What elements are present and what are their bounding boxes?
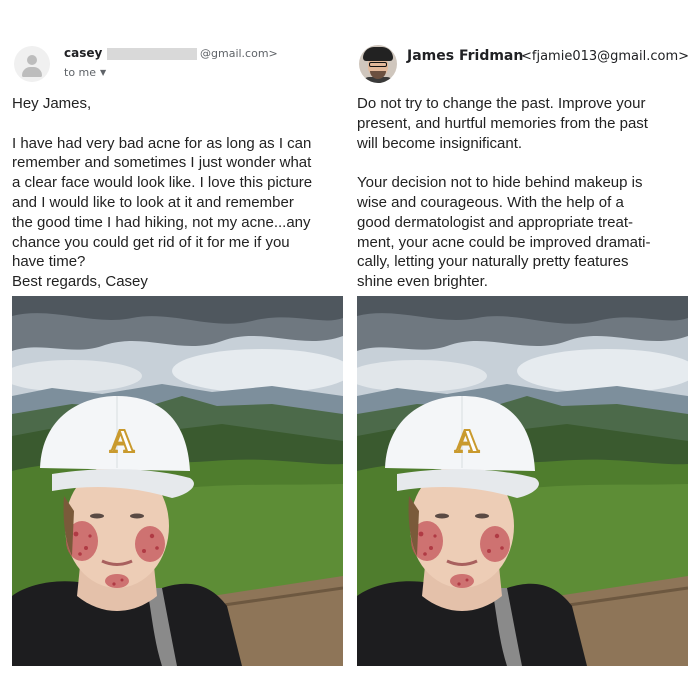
casey-email-header: casey @gmail.com> to me ▼ bbox=[12, 40, 348, 90]
sender-name[interactable]: James Fridman bbox=[407, 48, 523, 64]
body-line: shine even brighter. bbox=[357, 273, 488, 291]
sender-name[interactable]: casey bbox=[64, 46, 102, 60]
original-hiking-selfie: A bbox=[12, 296, 343, 666]
james-fridman-reply: James Fridman <fjamie013@gmail.com> Do n… bbox=[357, 0, 693, 700]
greeting: Hey James, bbox=[12, 95, 92, 112]
profile-photo-avatar[interactable] bbox=[359, 45, 397, 83]
sender-address: <fjamie013@gmail.com> bbox=[521, 49, 690, 64]
to-label: to me bbox=[64, 66, 97, 79]
recipient-toggle[interactable]: to me ▼ bbox=[64, 66, 106, 79]
body-line: ment, your acne could be improved dramat… bbox=[357, 233, 651, 251]
reply-hiking-selfie: A bbox=[357, 296, 688, 666]
body-line: Do not try to change the past. Improve y… bbox=[357, 95, 646, 112]
person-avatar-icon[interactable] bbox=[14, 46, 50, 82]
cap-logo: A bbox=[110, 423, 135, 460]
casey-email: casey @gmail.com> to me ▼ Hey James, I ha… bbox=[12, 0, 348, 700]
sender-address-suffix: @gmail.com> bbox=[200, 47, 278, 60]
body-line: I have had very bad acne for as long as … bbox=[12, 134, 312, 152]
reply-message-body: Do not try to change the past. Improve y… bbox=[357, 94, 693, 292]
body-line: Your decision not to hide behind makeup … bbox=[357, 174, 643, 192]
body-line: good dermatologist and appropriate treat… bbox=[357, 213, 634, 231]
body-line: remember and sometimes I just wonder wha… bbox=[12, 154, 312, 172]
body-line: and I would like to look at it and remem… bbox=[12, 193, 294, 211]
body-line: chance you could get rid of it for me if… bbox=[12, 233, 290, 251]
body-line: cally, letting your naturally pretty fea… bbox=[357, 253, 629, 271]
body-line: present, and hurtful memories from the p… bbox=[357, 114, 648, 132]
sign-off: Best regards, Casey bbox=[12, 273, 148, 291]
body-line: the good time I had hiking, not my acne.… bbox=[12, 213, 311, 231]
body-line: have time? bbox=[12, 253, 86, 271]
body-line: will become insignificant. bbox=[357, 134, 523, 152]
body-line: a clear face would look like. I love thi… bbox=[12, 174, 313, 192]
redacted-email-address bbox=[107, 48, 197, 60]
body-line: wise and courageous. With the help of a bbox=[357, 193, 624, 211]
reply-header: James Fridman <fjamie013@gmail.com> bbox=[357, 40, 693, 90]
chevron-down-icon[interactable]: ▼ bbox=[100, 68, 106, 77]
casey-message-body: Hey James, I have had very bad acne for … bbox=[12, 94, 348, 292]
cap-logo: A bbox=[455, 423, 480, 460]
